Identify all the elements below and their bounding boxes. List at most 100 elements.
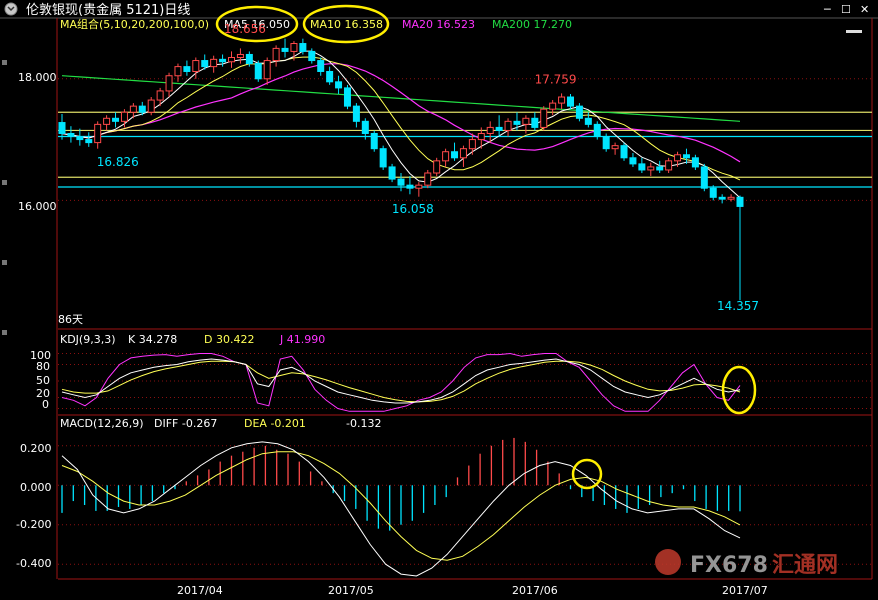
ma20-label: MA20 16.523 [402, 18, 475, 31]
price-annotation: 17.759 [535, 72, 577, 86]
candle-body [120, 111, 128, 122]
candle-body [129, 105, 137, 113]
candle-body [335, 81, 343, 89]
candle-body [219, 58, 227, 63]
candle-body [638, 163, 646, 171]
kdj-d-label: D 30.422 [204, 333, 254, 346]
macd-tick: -0.400 [16, 557, 51, 570]
candle-body [263, 60, 271, 80]
candle-body [94, 123, 102, 144]
candle-body [495, 126, 503, 131]
kdj-j-label: J 41.990 [279, 333, 325, 346]
candle-body [192, 60, 200, 72]
candle-body [709, 187, 717, 198]
candle-body [727, 196, 735, 200]
candle-body [442, 151, 450, 162]
x-tick: 2017/06 [512, 584, 558, 597]
kdj-y-axis: 100 80 50 20 0 [30, 349, 51, 411]
candle-body [522, 117, 530, 125]
price-tick: 16.000 [18, 200, 57, 213]
kdj-tick: 80 [36, 360, 50, 373]
candle-body [245, 53, 253, 65]
watermark-cn: 汇通网 [772, 553, 838, 578]
days-label: 86天 [58, 313, 83, 326]
x-tick: 2017/05 [328, 584, 374, 597]
candle-body [593, 123, 601, 138]
candle-body [326, 70, 334, 83]
chart-window: 伦敦银现(贵金属 5121)日线 ─ ☐ ✕ MA组合(5,10,20,200,… [0, 0, 878, 600]
candle-body [691, 157, 699, 168]
price-annotation: 16.058 [392, 202, 434, 216]
panel-menu-icon[interactable] [846, 30, 862, 33]
candle-body [58, 122, 66, 134]
maximize-icon[interactable]: ☐ [841, 3, 851, 16]
candle-body [477, 132, 485, 141]
candle-body [397, 178, 405, 186]
x-tick: 2017/07 [722, 584, 768, 597]
kdj-d-line [61, 360, 741, 403]
candle-body [201, 60, 209, 68]
candle-body [228, 57, 235, 63]
kdj-header: KDJ(9,3,3) K 34.278 D 30.422 J 41.990 [60, 333, 325, 346]
candle-body [558, 96, 566, 104]
watermark: FX678 汇通网 [655, 549, 838, 578]
left-toolbar [2, 60, 7, 335]
macd-tick: -0.200 [16, 518, 51, 531]
candle-body [183, 66, 191, 72]
macd-tick: 0.200 [20, 442, 52, 455]
candle-body [103, 117, 111, 125]
kdj-tick: 50 [36, 374, 50, 387]
toolbar-dot-icon[interactable] [2, 180, 7, 185]
candle-body [352, 105, 360, 122]
toolbar-dot-icon[interactable] [2, 260, 7, 265]
candle-body [513, 120, 521, 125]
x-axis: 2017/04 2017/05 2017/06 2017/07 [177, 584, 768, 597]
candle-body [736, 196, 744, 207]
macd-value-label: -0.132 [346, 417, 381, 430]
price-annotation: 16.826 [97, 155, 139, 169]
candle-body [406, 184, 414, 189]
candle-body [700, 166, 708, 189]
candle-body [459, 148, 467, 159]
candle-body [415, 184, 423, 189]
candle-body [674, 154, 682, 162]
candle-body [299, 43, 307, 52]
price-y-axis: 18.000 16.000 86天 [18, 71, 83, 326]
candle-body [370, 132, 378, 150]
candle-body [272, 47, 280, 62]
candle-body [308, 50, 316, 62]
candle-body [540, 108, 548, 128]
fx678-logo-icon [655, 549, 681, 575]
candle-body [656, 166, 664, 171]
candle-body [486, 126, 494, 134]
candle-body [343, 87, 351, 107]
candle-body [290, 43, 298, 52]
candle-body [468, 139, 476, 150]
candle-body [174, 66, 182, 77]
toolbar-dot-icon[interactable] [2, 330, 7, 335]
x-tick: 2017/04 [177, 584, 223, 597]
candle-body [210, 58, 218, 68]
candle-body [361, 120, 369, 134]
macd-tick: 0.000 [20, 481, 52, 494]
candle-body [531, 117, 539, 128]
candle-body [379, 148, 387, 168]
candle-body [388, 166, 396, 180]
macd-y-axis: 0.200 0.000 -0.200 -0.400 [16, 442, 52, 570]
candle-body [629, 157, 637, 165]
candle-body [156, 90, 164, 101]
candle-body [424, 172, 432, 186]
macd-name-label: MACD(12,26,9) [60, 417, 144, 430]
chart-canvas: 伦敦银现(贵金属 5121)日线 ─ ☐ ✕ MA组合(5,10,20,200,… [0, 2, 878, 597]
candle-body [504, 120, 512, 131]
candle-body [85, 139, 93, 144]
price-plot: 16.826 18.656 16.058 17.759 14.357 [58, 22, 872, 313]
candle-body [147, 99, 155, 113]
toolbar-dot-icon[interactable] [2, 60, 7, 65]
kdj-tick: 0 [42, 398, 49, 411]
candle-body [567, 96, 574, 107]
candle-body [112, 117, 120, 122]
minimize-icon[interactable]: ─ [823, 3, 831, 16]
candle-body [433, 160, 441, 174]
close-icon[interactable]: ✕ [860, 3, 869, 16]
